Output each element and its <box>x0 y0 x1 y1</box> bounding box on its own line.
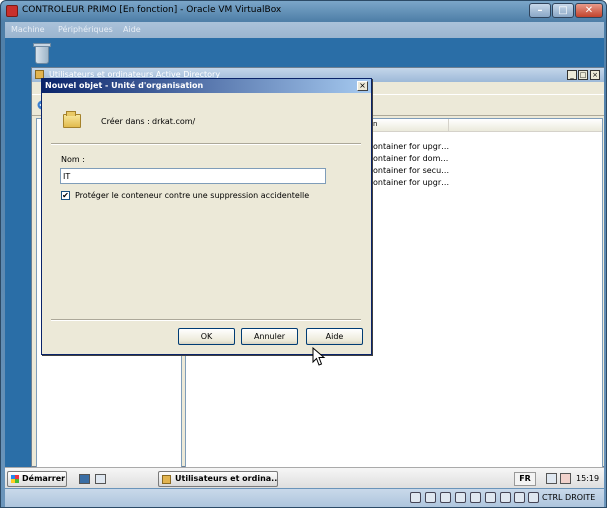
protect-checkbox-label[interactable]: Protéger le conteneur contre une suppres… <box>75 191 309 200</box>
hard-disk-icon[interactable] <box>410 492 421 503</box>
virtualbox-window: CONTROLEUR PRIMO [En fonction] - Oracle … <box>0 0 607 508</box>
menu-peripheriques[interactable]: Périphériques <box>58 25 113 34</box>
show-desktop-icon[interactable] <box>79 474 90 484</box>
protect-checkbox[interactable]: ✔ <box>61 191 70 200</box>
list-row[interactable]: ontainer for upgr… <box>373 178 449 187</box>
dialog-close-button[interactable]: × <box>357 81 368 91</box>
server-manager-icon[interactable] <box>95 474 106 484</box>
virtualbox-app-icon <box>6 5 18 17</box>
virtualbox-menubar: Machine Périphériques Aide <box>5 22 604 38</box>
task-label: Utilisateurs et ordina... <box>175 474 278 483</box>
close-button[interactable]: ✕ <box>575 3 603 18</box>
list-header-description[interactable]: n <box>373 120 377 128</box>
recycle-bin-body <box>35 46 49 64</box>
new-ou-dialog: Nouvel objet - Unité d'organisation × Cr… <box>41 78 372 355</box>
mouse-integration-icon[interactable] <box>514 492 525 503</box>
menu-aide[interactable]: Aide <box>123 25 141 34</box>
dialog-titlebar: Nouvel objet - Unité d'organisation × <box>42 79 371 93</box>
minimize-button[interactable]: – <box>529 3 551 18</box>
taskbar-ad-window[interactable]: Utilisateurs et ordina... <box>158 471 278 487</box>
dialog-title: Nouvel objet - Unité d'organisation <box>45 81 204 90</box>
shared-folders-icon[interactable] <box>470 492 481 503</box>
virtualbox-title: CONTROLEUR PRIMO [En fonction] - Oracle … <box>22 5 282 15</box>
header-separator <box>448 119 449 132</box>
checkmark-icon: ✔ <box>62 191 69 200</box>
ad-close-button[interactable]: × <box>590 70 600 80</box>
list-row[interactable]: ontainer for upgr… <box>373 142 449 151</box>
maximize-button[interactable]: □ <box>552 3 574 18</box>
guest-desktop: Utilisateurs et ordinateurs Active Direc… <box>5 38 604 488</box>
guest-taskbar: Démarrer Utilisateurs et ordina... FR 15… <box>5 467 604 488</box>
help-button[interactable]: Aide <box>306 328 363 345</box>
ad-task-icon <box>162 475 171 484</box>
clock[interactable]: 15:19 <box>576 474 599 483</box>
display-icon[interactable] <box>485 492 496 503</box>
start-label: Démarrer <box>22 474 66 483</box>
virtualbox-titlebar: CONTROLEUR PRIMO [En fonction] - Oracle … <box>1 1 607 21</box>
language-indicator[interactable]: FR <box>514 472 536 486</box>
create-in-label: Créer dans : <box>101 117 150 126</box>
ok-button[interactable]: OK <box>178 328 235 345</box>
windows-flag-icon <box>11 475 19 483</box>
dialog-separator <box>51 143 361 145</box>
list-row[interactable]: ontainer for dom… <box>373 154 448 163</box>
cancel-button[interactable]: Annuler <box>241 328 298 345</box>
ou-folder-icon <box>63 111 81 128</box>
start-button[interactable]: Démarrer <box>7 471 67 487</box>
optical-drive-icon[interactable] <box>425 492 436 503</box>
menu-machine[interactable]: Machine <box>11 25 45 34</box>
virtualbox-statusbar: CTRL DROITE <box>5 489 604 507</box>
video-capture-icon[interactable] <box>500 492 511 503</box>
network-icon[interactable] <box>546 473 557 484</box>
keyboard-capture-icon[interactable] <box>528 492 539 503</box>
ad-maximize-button[interactable]: □ <box>578 70 588 80</box>
volume-muted-icon[interactable] <box>560 473 571 484</box>
ad-minimize-button[interactable]: _ <box>567 70 577 80</box>
create-in-value: drkat.com/ <box>152 117 196 126</box>
mouse-cursor-icon <box>312 346 326 367</box>
dialog-bottom-separator <box>51 319 361 321</box>
network-adapter-icon[interactable] <box>455 492 466 503</box>
name-input[interactable] <box>60 168 326 184</box>
name-label: Nom : <box>61 155 85 164</box>
list-row[interactable]: ontainer for secu… <box>373 166 449 175</box>
usb-icon[interactable] <box>440 492 451 503</box>
host-key-label: CTRL DROITE <box>542 493 596 502</box>
recycle-bin-icon[interactable] <box>31 41 53 65</box>
